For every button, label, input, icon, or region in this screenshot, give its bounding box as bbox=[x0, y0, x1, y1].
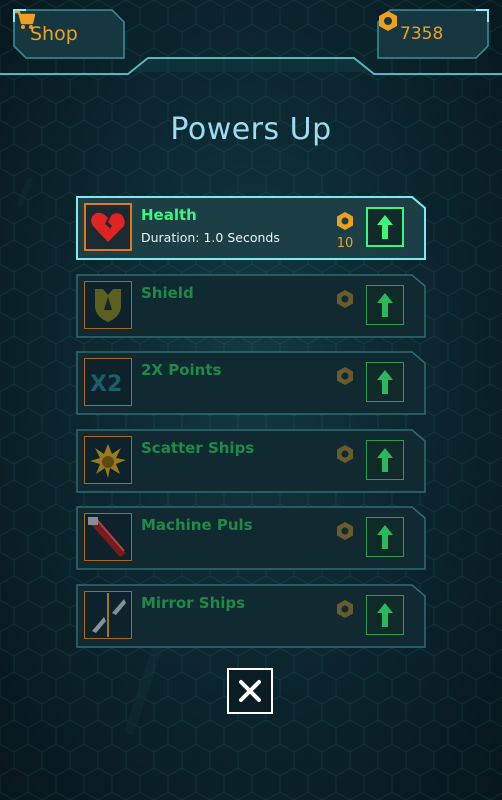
arrow-up-icon bbox=[377, 525, 393, 550]
page-title: Powers Up bbox=[170, 112, 332, 147]
arrow-up-icon bbox=[377, 215, 393, 239]
close-icon bbox=[239, 680, 261, 702]
power-description: Duration: 1.0 Seconds bbox=[141, 230, 280, 245]
cart-icon bbox=[15, 10, 36, 29]
power-name: Machine Puls bbox=[141, 516, 253, 535]
coin-icon bbox=[337, 289, 353, 308]
power-name: Mirror Ships bbox=[141, 594, 246, 612]
explosion-icon bbox=[88, 440, 128, 480]
power-icon-frame bbox=[84, 513, 132, 562]
power-cost: 10 bbox=[334, 211, 356, 251]
power-cost bbox=[334, 599, 356, 624]
power-cost-value: 10 bbox=[336, 236, 354, 251]
upgrade-button[interactable] bbox=[366, 439, 404, 480]
coin-counter: 7358 bbox=[378, 10, 488, 58]
power-name: Shield bbox=[141, 283, 194, 302]
power-icon-frame bbox=[84, 280, 132, 329]
close-button[interactable] bbox=[227, 668, 273, 714]
arrow-up-icon bbox=[377, 447, 393, 472]
upgrade-button[interactable] bbox=[366, 517, 404, 558]
shop-label: Shop bbox=[30, 23, 78, 45]
coin-count: 7358 bbox=[400, 24, 444, 44]
power-row-health[interactable]: Health Duration: 1.0 Seconds 10 bbox=[76, 196, 426, 260]
power-name: 2X Points bbox=[141, 361, 222, 380]
coin-icon bbox=[337, 600, 353, 618]
power-row-shield[interactable]: Shield bbox=[76, 273, 426, 338]
upgrade-button[interactable] bbox=[366, 362, 404, 403]
upgrade-button[interactable] bbox=[366, 284, 404, 325]
power-name: Health bbox=[141, 206, 197, 224]
power-row-machine-puls[interactable]: Machine Puls bbox=[76, 506, 426, 571]
shop-button[interactable]: Shop bbox=[14, 10, 124, 58]
arrow-up-icon bbox=[377, 292, 393, 317]
power-row-mirror-ships[interactable]: Mirror Ships bbox=[76, 584, 426, 648]
power-cost bbox=[334, 366, 356, 391]
shield-icon bbox=[91, 286, 125, 324]
coin-icon bbox=[379, 11, 397, 31]
upgrade-button[interactable] bbox=[366, 595, 404, 635]
arrow-up-icon bbox=[377, 603, 393, 627]
coin-icon bbox=[337, 444, 353, 463]
power-row-scatter-ships[interactable]: Scatter Ships bbox=[76, 429, 426, 493]
coin-icon bbox=[337, 367, 353, 386]
mirror-ships-icon bbox=[86, 593, 130, 637]
power-icon-frame: X2 bbox=[84, 358, 132, 407]
power-icon-frame bbox=[84, 203, 132, 251]
coin-icon bbox=[337, 212, 353, 230]
power-row-2x-points[interactable]: X2 2X Points bbox=[76, 351, 426, 415]
power-cost bbox=[334, 521, 356, 546]
arrow-up-icon bbox=[377, 370, 393, 395]
svg-text:X2: X2 bbox=[90, 372, 122, 396]
top-bar: Shop 7358 bbox=[0, 0, 502, 80]
power-cost bbox=[334, 289, 356, 314]
power-name: Scatter Ships bbox=[141, 438, 255, 457]
broken-heart-icon bbox=[90, 210, 126, 244]
upgrade-button[interactable] bbox=[366, 207, 404, 247]
power-icon-frame bbox=[84, 435, 132, 484]
laser-icon bbox=[86, 515, 130, 559]
power-cost bbox=[334, 444, 356, 469]
coin-icon bbox=[337, 522, 353, 541]
power-icon-frame bbox=[84, 591, 132, 639]
x2-icon: X2 bbox=[88, 368, 128, 396]
